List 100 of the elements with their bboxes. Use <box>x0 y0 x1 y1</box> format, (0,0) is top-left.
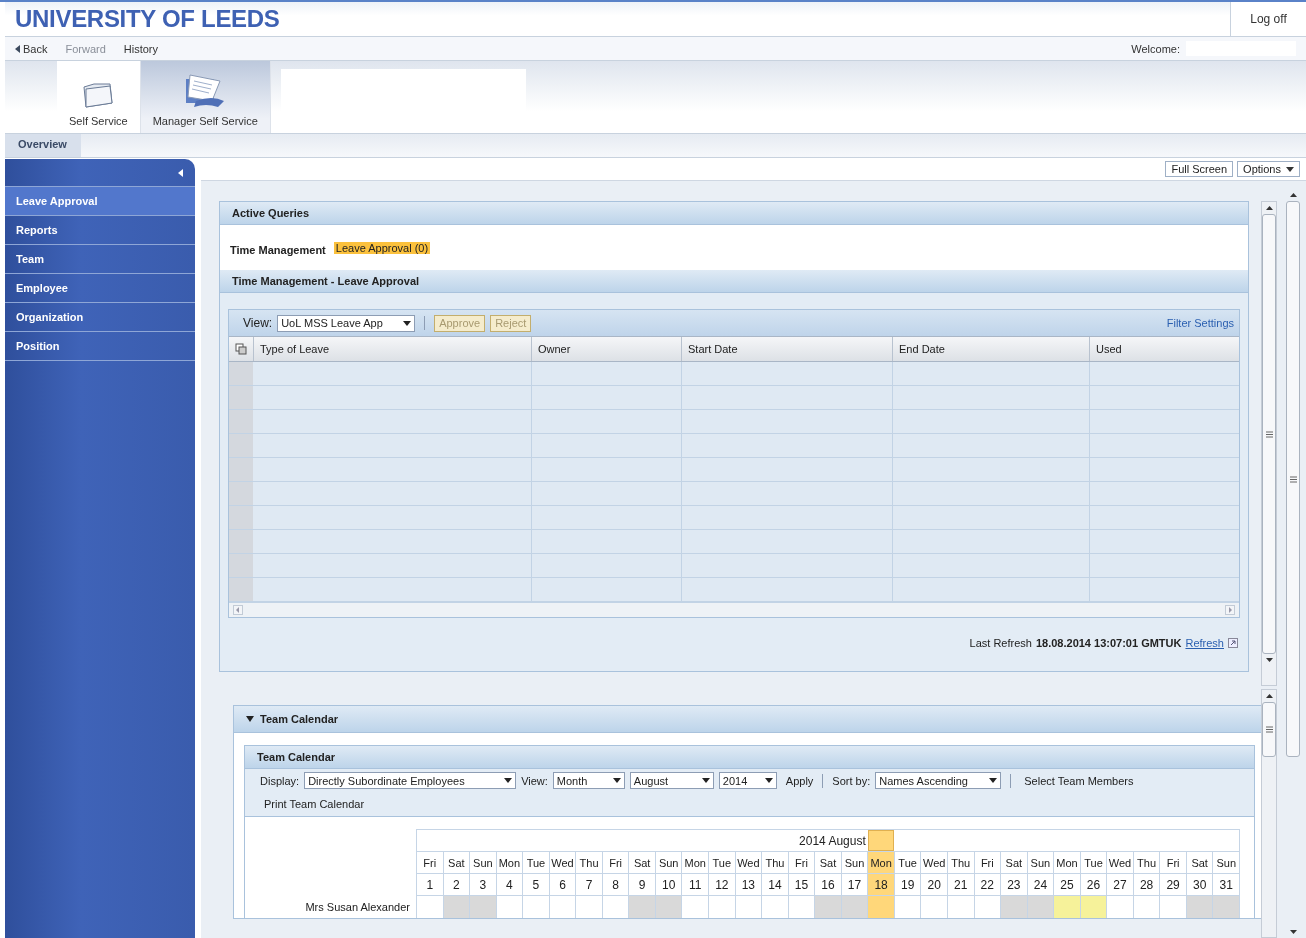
view-mode-dropdown[interactable]: Month <box>552 772 625 789</box>
column-header[interactable]: End Date <box>892 337 1089 361</box>
nav-link[interactable]: History <box>123 42 159 55</box>
sort-label: Sort by: <box>832 774 871 787</box>
caret-icon <box>701 778 710 783</box>
print-calendar-button[interactable]: Print Team Calendar <box>264 797 365 810</box>
sort-dropdown[interactable]: Names Ascending <box>875 772 1002 789</box>
row-selector[interactable] <box>229 362 253 385</box>
day-name: Fri <box>974 851 1002 873</box>
back-arrow-icon <box>15 44 20 53</box>
day-name: Sun <box>1213 851 1240 873</box>
sidebar-item[interactable]: Leave Approval <box>5 187 195 216</box>
column-header[interactable]: Owner <box>531 337 681 361</box>
display-dropdown[interactable]: Directly Subordinate Employees <box>304 772 517 789</box>
day-name: Fri <box>417 851 444 873</box>
employee-name[interactable]: Mrs Susan Alexander <box>245 896 416 918</box>
day-name: Wed <box>1107 851 1134 873</box>
day-name: Thu <box>1133 851 1161 873</box>
leave-approval-link[interactable]: Leave Approval (0) <box>333 241 431 254</box>
day-name: Mon <box>868 851 895 873</box>
caret-icon <box>764 778 773 783</box>
role-tab[interactable]: Manager Self Service <box>140 61 271 133</box>
day-name: Tue <box>709 851 736 873</box>
collapse-arrow-icon[interactable] <box>178 168 183 177</box>
row-selector[interactable] <box>229 434 253 457</box>
nav-link[interactable]: Back <box>23 42 48 55</box>
day-name: Fri <box>1160 851 1187 873</box>
day-name: Sat <box>629 851 656 873</box>
select-team-members-button[interactable]: Select Team Members <box>1024 774 1134 787</box>
row-selector[interactable] <box>229 530 253 553</box>
caret-icon <box>403 320 412 326</box>
table-settings-icon[interactable] <box>235 343 247 355</box>
month-heading: 2014 August <box>798 832 867 850</box>
row-selector[interactable] <box>229 506 253 529</box>
row-selector[interactable] <box>229 458 253 481</box>
month-picker[interactable]: August <box>629 772 714 789</box>
day-name: Tue <box>894 851 922 873</box>
panel-header[interactable]: Team Calendar <box>234 706 1261 733</box>
expand-triangle-icon <box>246 716 254 722</box>
toolbar-button[interactable]: Full Screen <box>1165 161 1234 177</box>
day-name: Mon <box>1054 851 1081 873</box>
scroll-left-icon[interactable] <box>233 605 243 615</box>
refresh-link[interactable]: Refresh <box>1185 637 1224 649</box>
year-dropdown[interactable]: 2014 <box>718 772 777 789</box>
apply-button[interactable]: Apply <box>785 774 814 787</box>
sidebar-item[interactable]: Position <box>5 332 195 361</box>
log-off-button[interactable]: Log off <box>1230 2 1306 36</box>
column-header[interactable]: Start Date <box>681 337 892 361</box>
panel-header: Time Management - Leave Approval <box>220 270 1248 293</box>
toolbar-button[interactable]: Options <box>1237 161 1300 177</box>
scroll-up-icon[interactable] <box>1265 693 1273 698</box>
day-name: Thu <box>947 851 975 873</box>
grip-icon[interactable] <box>1265 430 1273 438</box>
horizontal-scrollbar[interactable] <box>229 602 1239 617</box>
day-name: Sat <box>443 851 471 873</box>
sidebar-item[interactable]: Reports <box>5 216 195 245</box>
vertical-scrollbar[interactable] <box>1261 201 1277 686</box>
filter-settings-link[interactable]: Filter Settings <box>1166 317 1234 329</box>
row-selector[interactable] <box>229 410 253 433</box>
sidebar-item[interactable]: Employee <box>5 274 195 303</box>
row-selector[interactable] <box>229 386 253 409</box>
row-selector[interactable] <box>229 554 253 577</box>
day-name: Sun <box>1027 851 1055 873</box>
day-name: Sat <box>815 851 842 873</box>
scroll-right-icon[interactable] <box>1225 605 1235 615</box>
day-name: Tue <box>1080 851 1108 873</box>
today-marker <box>867 830 895 851</box>
day-name: Mon <box>682 851 710 873</box>
day-name: Wed <box>921 851 948 873</box>
grip-icon[interactable] <box>1265 725 1273 733</box>
display-label: Display: <box>260 774 300 787</box>
refresh-icon[interactable] <box>1228 638 1238 648</box>
day-name: Fri <box>602 851 630 873</box>
vertical-scrollbar[interactable] <box>1261 688 1277 938</box>
row-selector[interactable] <box>229 482 253 505</box>
role-tab[interactable]: Self Service <box>57 61 141 133</box>
day-name: Wed <box>735 851 763 873</box>
day-name: Thu <box>762 851 789 873</box>
view-label: View: <box>521 774 548 787</box>
column-header[interactable]: Used <box>1089 337 1239 361</box>
day-name: Sun <box>470 851 497 873</box>
grip-icon[interactable] <box>1289 475 1297 483</box>
view-label: View: <box>243 316 273 330</box>
last-refresh-label: Last Refresh <box>969 637 1032 649</box>
column-header[interactable]: Type of Leave <box>253 337 531 361</box>
overview-tab[interactable]: Overview <box>5 134 81 157</box>
caret-icon <box>1286 166 1294 172</box>
view-dropdown[interactable]: UoL MSS Leave App <box>277 314 416 332</box>
day-number[interactable]: 18 <box>868 873 895 896</box>
sidebar-item[interactable]: Team <box>5 245 195 274</box>
sidebar-item[interactable]: Organization <box>5 303 195 332</box>
calendar-title: Team Calendar <box>260 713 339 725</box>
day-name: Sat <box>1186 851 1214 873</box>
day-name: Mon <box>496 851 524 873</box>
day-name: Wed <box>549 851 577 873</box>
scroll-down-icon[interactable] <box>1289 930 1297 934</box>
folder-icon <box>82 81 115 109</box>
scroll-down-icon[interactable] <box>1265 658 1273 662</box>
scroll-up-icon[interactable] <box>1265 206 1273 210</box>
scroll-up-icon[interactable] <box>1289 193 1297 197</box>
